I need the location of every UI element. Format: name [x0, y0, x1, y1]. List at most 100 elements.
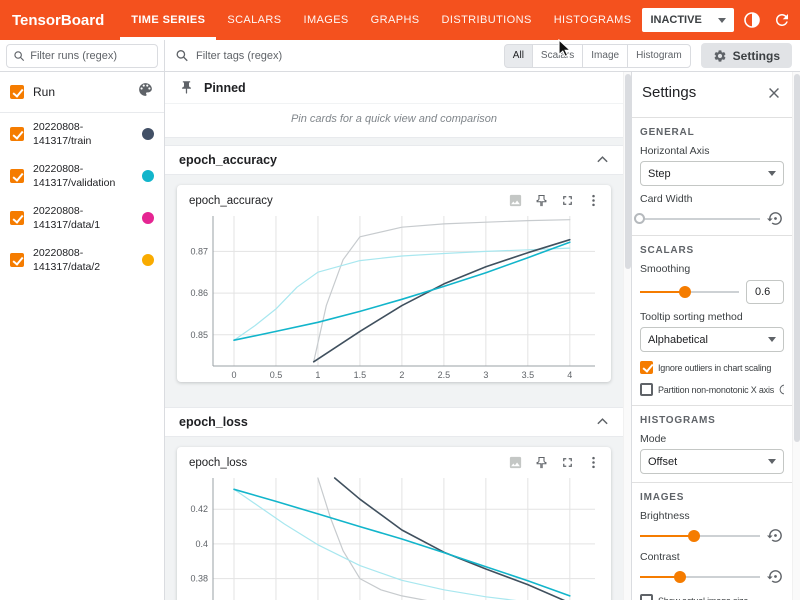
slider-thumb[interactable]	[634, 213, 645, 224]
image-size-icon[interactable]	[508, 193, 523, 208]
histogram-mode-select[interactable]: Offset	[640, 449, 784, 474]
theme-toggle-button[interactable]	[740, 8, 764, 32]
section-title: epoch_loss	[179, 415, 248, 429]
tooltip-sort-value: Alphabetical	[648, 334, 708, 346]
filter-runs-box[interactable]	[6, 44, 158, 68]
svg-text:0.87: 0.87	[190, 246, 208, 256]
main-scrollbar[interactable]	[623, 72, 631, 600]
section-header[interactable]: epoch_loss	[165, 407, 623, 437]
slider-thumb[interactable]	[679, 286, 691, 298]
settings-button-label: Settings	[733, 49, 780, 63]
filter-scalars-button[interactable]: Scalars	[532, 44, 583, 68]
svg-text:1: 1	[315, 370, 320, 380]
tab-graphs[interactable]: GRAPHS	[360, 0, 431, 40]
svg-text:0.4: 0.4	[195, 539, 208, 549]
tab-scalars[interactable]: SCALARS	[216, 0, 292, 40]
show-actual-size-label: Show actual image size	[658, 596, 748, 600]
card-width-slider[interactable]	[640, 212, 760, 226]
run-item[interactable]: 20220808-141317/validation	[0, 155, 164, 197]
tab-distributions[interactable]: DISTRIBUTIONS	[431, 0, 543, 40]
pinned-title: Pinned	[204, 81, 246, 95]
filter-all-button[interactable]: All	[504, 44, 533, 68]
select-all-runs-checkbox[interactable]	[10, 85, 24, 99]
line-chart-epoch-accuracy[interactable]: 00.511.522.533.540.850.860.87	[179, 210, 605, 382]
filter-histogram-button[interactable]: Histogram	[627, 44, 691, 68]
pin-icon	[179, 80, 194, 95]
tensorboard-app: TensorBoard TIME SERIES SCALARS IMAGES G…	[0, 0, 800, 600]
search-icon	[13, 49, 25, 63]
reset-contrast-icon[interactable]	[767, 568, 784, 585]
fullscreen-icon[interactable]	[560, 455, 575, 470]
settings-button[interactable]: Settings	[701, 43, 792, 68]
checkbox-icon[interactable]	[640, 361, 653, 374]
run-checkbox[interactable]	[10, 127, 24, 141]
tab-histograms[interactable]: HISTOGRAMS	[543, 0, 643, 40]
section-header[interactable]: epoch_accuracy	[165, 145, 623, 175]
run-item[interactable]: 20220808-141317/data/1	[0, 197, 164, 239]
tab-time-series[interactable]: TIME SERIES	[120, 0, 216, 40]
images-heading: IMAGES	[640, 492, 784, 503]
show-actual-size-checkbox-row[interactable]: Show actual image size	[640, 594, 784, 600]
image-size-icon[interactable]	[508, 455, 523, 470]
filter-image-button[interactable]: Image	[582, 44, 628, 68]
run-checkbox[interactable]	[10, 211, 24, 225]
run-label: 20220808-141317/train	[33, 120, 125, 148]
scalar-card-epoch-accuracy: epoch_accuracy	[177, 185, 611, 382]
theme-toggle-icon	[743, 11, 761, 29]
card-title: epoch_loss	[189, 457, 247, 469]
histogram-mode-label: Mode	[640, 433, 784, 445]
scrollbar-thumb[interactable]	[794, 74, 800, 442]
contrast-slider[interactable]	[640, 570, 760, 584]
scalar-card-epoch-loss: epoch_loss	[177, 447, 611, 600]
run-color-dot	[142, 212, 154, 224]
section-epoch-loss: epoch_loss epoch_loss	[165, 407, 623, 600]
chevron-up-icon[interactable]	[596, 415, 609, 429]
brightness-slider[interactable]	[640, 529, 760, 543]
tooltip-sort-select[interactable]: Alphabetical	[640, 327, 784, 352]
smoothing-value-input[interactable]: 0.6	[746, 280, 784, 304]
scrollbar-thumb[interactable]	[625, 74, 631, 269]
line-chart-epoch-loss[interactable]: 00.511.522.533.540.360.380.40.42	[179, 472, 605, 600]
run-label: 20220808-141317/data/2	[33, 246, 125, 274]
main-nav: TIME SERIES SCALARS IMAGES GRAPHS DISTRI…	[120, 0, 642, 40]
run-item[interactable]: 20220808-141317/train	[0, 113, 164, 155]
slider-thumb[interactable]	[688, 530, 700, 542]
fullscreen-icon[interactable]	[560, 193, 575, 208]
pin-card-icon[interactable]	[534, 455, 549, 470]
ignore-outliers-checkbox-row[interactable]: Ignore outliers in chart scaling	[640, 361, 784, 374]
filter-runs-input[interactable]	[30, 50, 151, 62]
checkbox-icon[interactable]	[640, 383, 653, 396]
smoothing-label: Smoothing	[640, 263, 784, 275]
reset-card-width-icon[interactable]	[767, 210, 784, 227]
partition-x-axis-checkbox-row[interactable]: Partition non-monotonic X axis	[640, 383, 784, 396]
filter-tags-input[interactable]	[196, 50, 494, 62]
info-icon[interactable]	[779, 384, 784, 395]
tab-images[interactable]: IMAGES	[292, 0, 359, 40]
tags-toolbar: All Scalars Image Histogram Settings	[165, 40, 800, 72]
reset-brightness-icon[interactable]	[767, 527, 784, 544]
app-title: TensorBoard	[0, 12, 120, 29]
run-checkbox[interactable]	[10, 169, 24, 183]
run-color-dot	[142, 170, 154, 182]
slider-thumb[interactable]	[674, 571, 686, 583]
reload-status-select[interactable]: INACTIVE	[642, 8, 734, 32]
runs-column-header: Run	[33, 85, 55, 99]
svg-text:0.38: 0.38	[190, 574, 208, 584]
more-options-icon[interactable]	[586, 193, 601, 208]
run-checkbox[interactable]	[10, 253, 24, 267]
chevron-up-icon[interactable]	[596, 153, 609, 167]
smoothing-slider[interactable]	[640, 285, 739, 299]
horizontal-axis-select[interactable]: Step	[640, 161, 784, 186]
filter-tags-box[interactable]	[175, 48, 494, 63]
tag-type-filter-group: All Scalars Image Histogram	[504, 44, 691, 68]
palette-icon[interactable]	[137, 81, 154, 103]
more-options-icon[interactable]	[586, 455, 601, 470]
close-icon[interactable]	[766, 85, 782, 101]
gear-icon	[713, 49, 727, 63]
general-heading: GENERAL	[640, 127, 784, 138]
settings-scrollbar[interactable]	[792, 72, 800, 600]
refresh-button[interactable]	[770, 8, 794, 32]
run-item[interactable]: 20220808-141317/data/2	[0, 239, 164, 281]
pin-card-icon[interactable]	[534, 193, 549, 208]
checkbox-icon[interactable]	[640, 594, 653, 600]
